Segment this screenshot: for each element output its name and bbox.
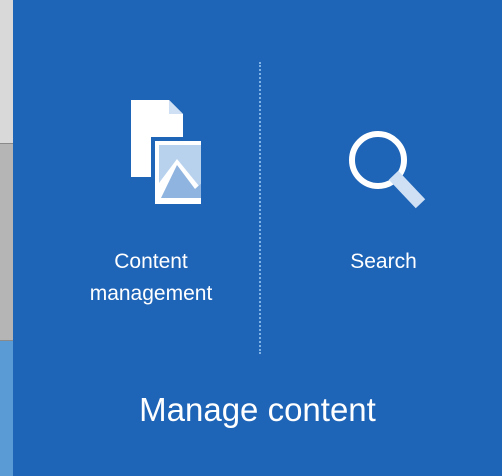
- tile-title: Manage content: [139, 391, 376, 428]
- manage-content-tile[interactable]: Content management Search Manage content: [13, 0, 502, 476]
- search-label: Search: [350, 250, 417, 273]
- documents-image-icon: [71, 95, 231, 220]
- content-management-label: Content management: [89, 250, 213, 305]
- actions-divider: [259, 62, 261, 354]
- content-management-action[interactable]: Content management: [71, 95, 231, 310]
- stage: Content management Search Manage content: [0, 0, 502, 476]
- background-edge-middle: [0, 143, 13, 340]
- search-action[interactable]: Search: [301, 120, 466, 278]
- background-edge-divider: [0, 340, 13, 341]
- search-icon: [301, 120, 466, 220]
- background-edge-top: [0, 0, 13, 143]
- background-edge-bottom: [0, 340, 13, 476]
- background-edge-divider: [0, 143, 13, 144]
